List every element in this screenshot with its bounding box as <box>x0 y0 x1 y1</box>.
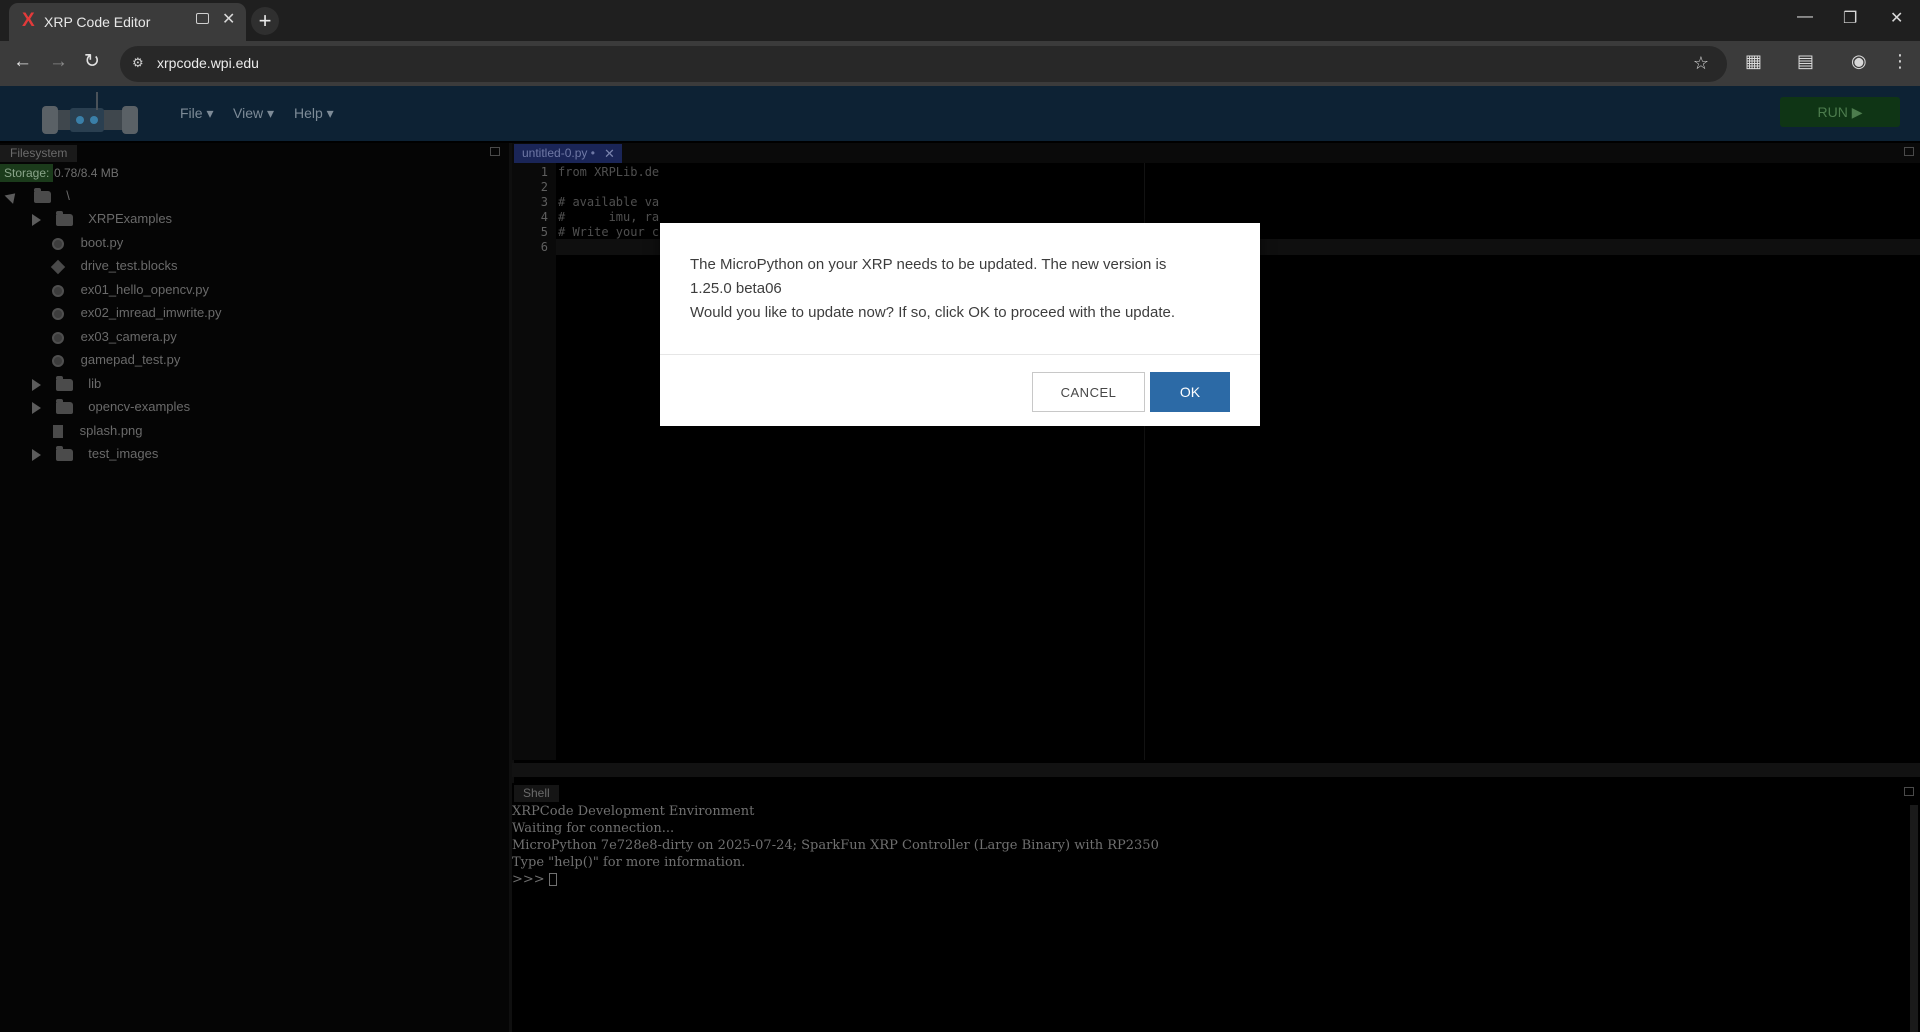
window-close-icon[interactable]: ✕ <box>1890 8 1903 28</box>
update-dialog: The MicroPython on your XRP needs to be … <box>660 223 1260 426</box>
extensions-icon[interactable]: ▦ <box>1745 51 1762 72</box>
forward-arrow-icon[interactable]: → <box>49 52 68 72</box>
browser-toolbar: ← → ↻ ⚙ xrpcode.wpi.edu ☆ ▦ ▤ ◉ ⋮ <box>0 41 1920 86</box>
tab-close-icon[interactable]: ✕ <box>222 9 235 29</box>
dialog-line: Would you like to update now? If so, cli… <box>690 304 1176 321</box>
star-icon[interactable]: ☆ <box>1693 53 1709 74</box>
back-arrow-icon[interactable]: ← <box>13 52 32 72</box>
restore-icon[interactable]: ❐ <box>1843 8 1857 28</box>
browser-tab[interactable]: X XRP Code Editor ✕ <box>9 3 246 41</box>
ok-button[interactable]: OK <box>1150 372 1230 412</box>
new-tab-button[interactable]: + <box>251 7 279 35</box>
modal-overlay: The MicroPython on your XRP needs to be … <box>0 86 1920 1032</box>
dialog-line: The MicroPython on your XRP needs to be … <box>690 256 1167 273</box>
url-text[interactable]: xrpcode.wpi.edu <box>157 55 259 71</box>
cancel-button[interactable]: CANCEL <box>1032 372 1145 412</box>
cast-icon[interactable]: ▤ <box>1797 51 1814 72</box>
dialog-message: The MicroPython on your XRP needs to be … <box>690 253 1230 325</box>
tab-title: XRP Code Editor <box>44 14 151 30</box>
menu-dots-icon[interactable]: ⋮ <box>1891 51 1909 72</box>
browser-tab-strip: X XRP Code Editor ✕ + — ❐ ✕ <box>0 0 1920 41</box>
profile-icon[interactable]: ◉ <box>1851 51 1867 72</box>
minimize-icon[interactable]: — <box>1797 8 1813 26</box>
reload-icon[interactable]: ↻ <box>84 52 100 72</box>
dialog-divider <box>660 354 1260 355</box>
site-info-icon[interactable]: ⚙ <box>132 55 148 71</box>
dialog-version: 1.25.0 beta06 <box>690 280 782 297</box>
xrp-favicon-icon: X <box>22 10 35 31</box>
address-bar[interactable]: ⚙ xrpcode.wpi.edu ☆ <box>120 46 1727 82</box>
tab-group-icon[interactable] <box>196 13 209 24</box>
